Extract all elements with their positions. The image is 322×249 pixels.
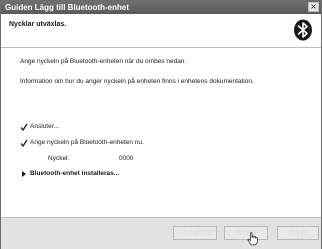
step-label: Bluetooth-enhet installeras... xyxy=(30,170,120,177)
bluetooth-icon xyxy=(294,19,312,41)
next-button[interactable]: Nästa > xyxy=(224,226,268,240)
wizard-window: Guiden Lägg till Bluetooth-enhet × Nyckl… xyxy=(0,0,322,249)
key-value: 0000 xyxy=(119,155,134,162)
checkmark-icon xyxy=(20,123,28,132)
checkmark-icon xyxy=(20,139,28,148)
info-text: Information om hur du anger nyckeln på e… xyxy=(20,78,254,85)
arrow-right-icon xyxy=(22,171,26,177)
wizard-header: Nycklar utväxlas. xyxy=(1,14,321,48)
back-button[interactable]: < Föregående xyxy=(173,226,217,240)
instruction-text: Ange nyckeln på Bluetooth-enheten när du… xyxy=(20,58,187,65)
key-label: Nyckel: xyxy=(48,155,70,162)
page-title: Nycklar utväxlas. xyxy=(9,21,67,28)
mouse-cursor-icon xyxy=(247,232,258,246)
cancel-button[interactable]: Avbryt xyxy=(277,226,319,240)
step-label: Ansluter... xyxy=(30,123,59,130)
window-title: Guiden Lägg till Bluetooth-enhet xyxy=(5,3,129,12)
button-bar: < Föregående Nästa > Avbryt xyxy=(1,217,321,249)
close-button[interactable]: × xyxy=(308,2,319,12)
title-bar[interactable]: Guiden Lägg till Bluetooth-enhet × xyxy=(1,1,321,14)
step-label: Ange nyckeln på Bluetooth-enheten nu. xyxy=(30,139,144,146)
